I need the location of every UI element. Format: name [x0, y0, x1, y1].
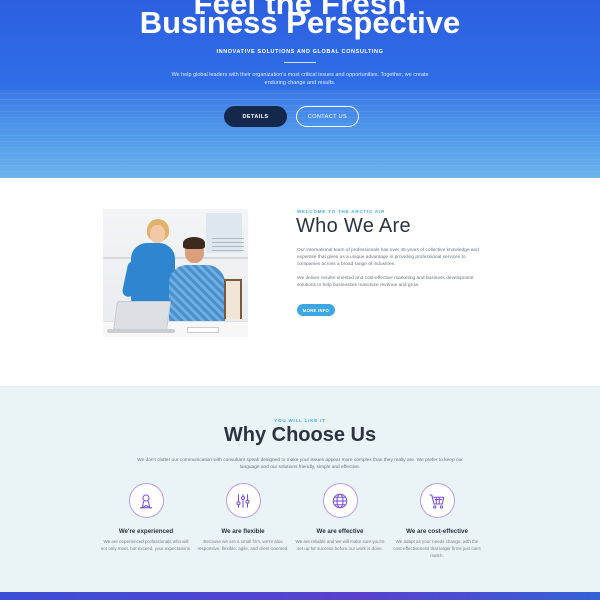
- photo-man-hair: [183, 237, 205, 249]
- award-icon: [128, 483, 164, 518]
- hero-description: We help global leaders with their organi…: [171, 72, 429, 86]
- feature-cost-effective: We are cost-effective We adapt as your n…: [391, 483, 483, 559]
- feature-title: We're experienced: [118, 528, 174, 535]
- why-choose-us-section: YOU WILL LIKE IT Why Choose Us We don't …: [0, 386, 600, 592]
- why-intro: We don't clutter our communication with …: [137, 458, 463, 471]
- photo-wall-chart: [212, 237, 244, 251]
- cart-icon: [419, 483, 455, 518]
- globe-icon: [322, 483, 358, 518]
- why-heading: Why Choose Us: [223, 424, 377, 446]
- feature-title: We are flexible: [221, 528, 265, 535]
- photo-laptop: [112, 301, 172, 331]
- hero-divider: [284, 62, 316, 63]
- photo-man-body: [169, 265, 225, 327]
- about-paragraph-2: We deliver results-oriented and cost-eff…: [297, 276, 474, 289]
- feature-description: Because we are a small firm, we're also …: [197, 539, 289, 551]
- feature-description: We adapt as your needs change, with the …: [393, 539, 481, 558]
- details-button[interactable]: DETAILS: [224, 106, 287, 127]
- feature-title: We are cost-effective: [406, 528, 468, 535]
- about-eyebrow: WELCOME TO THE ARCTIC AIR: [297, 209, 386, 214]
- photo-shelf: [103, 257, 248, 259]
- about-section: WELCOME TO THE ARCTIC AIR Who We Are Our…: [0, 178, 600, 386]
- photo-easel: [224, 279, 242, 319]
- about-heading: Who We Are: [296, 215, 411, 237]
- about-paragraph-1: Our international team of professionals …: [297, 248, 479, 268]
- footer-band: [0, 592, 600, 600]
- hero-title: Business Perspective: [139, 5, 461, 40]
- feature-description: We are reliable and we will make sure yo…: [295, 539, 385, 551]
- feature-effective: We are effective We are reliable and we …: [294, 483, 386, 553]
- contact-us-button[interactable]: CONTACT US: [296, 106, 359, 127]
- why-eyebrow: YOU WILL LIKE IT: [274, 418, 326, 423]
- more-info-button[interactable]: MORE INFO: [297, 304, 335, 316]
- photo-notebook: [187, 327, 219, 333]
- hero-section: Feel the Fresh Business Perspective INNO…: [0, 0, 600, 178]
- team-photo: [103, 209, 248, 337]
- photo-laptop-base: [107, 329, 175, 333]
- feature-flexible: We are flexible Because we are a small f…: [197, 483, 289, 553]
- feature-experienced: We're experienced We are experienced pro…: [100, 483, 192, 553]
- photo-woman-face: [150, 225, 165, 243]
- hero-subtitle: INNOVATIVE SOLUTIONS AND GLOBAL CONSULTI…: [216, 49, 384, 55]
- feature-description: We are experienced professionals who wil…: [100, 539, 192, 551]
- feature-title: We are effective: [316, 528, 364, 535]
- sliders-icon: [225, 483, 261, 518]
